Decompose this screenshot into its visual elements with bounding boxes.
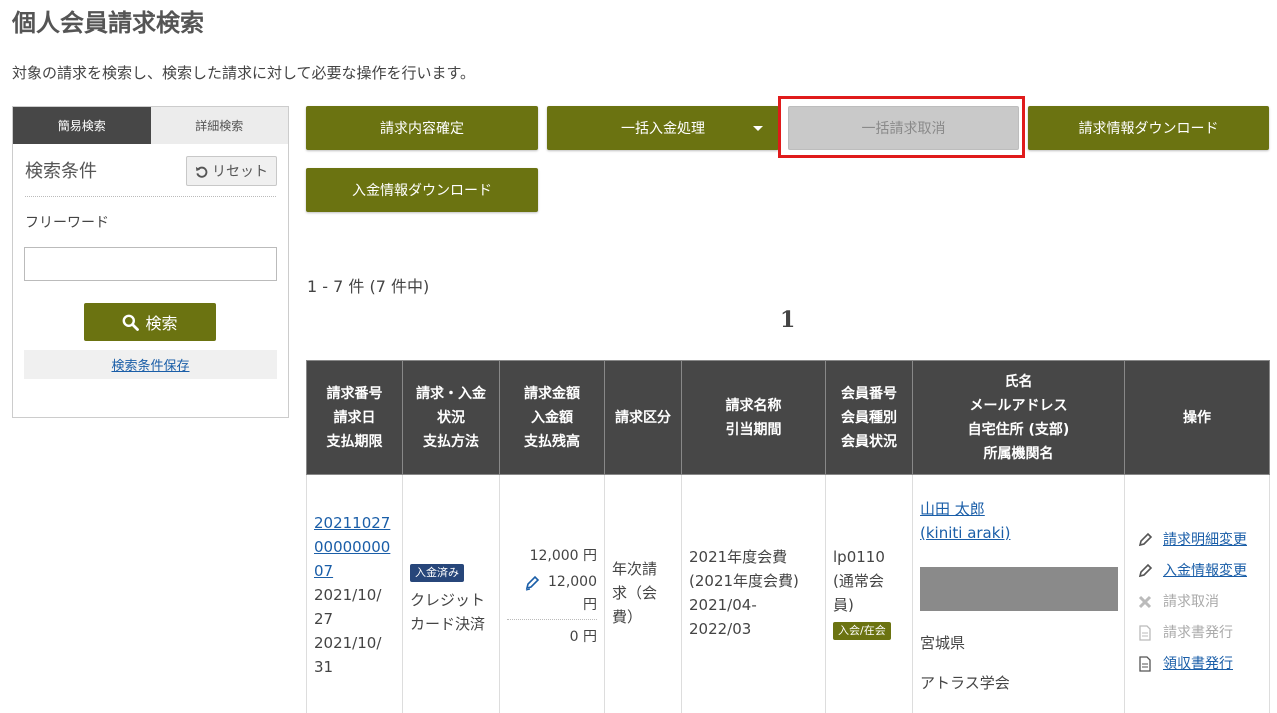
cell-amount: 12,000 円 12,000 円 0 円 xyxy=(499,474,605,713)
document-icon xyxy=(1139,655,1151,672)
search-panel: 簡易検索 詳細検索 検索条件 リセット フリーワード 検索 検索条件保存 xyxy=(12,106,289,418)
due-date: 2021/10/31 xyxy=(314,634,382,676)
balance-amount: 0 円 xyxy=(569,629,597,645)
cross-icon xyxy=(1138,595,1152,608)
reset-label: リセット xyxy=(212,164,268,180)
bulk-payment-button[interactable]: 一括入金処理 xyxy=(547,106,779,150)
freeword-label: フリーワード xyxy=(25,215,109,231)
document-icon xyxy=(1139,624,1151,641)
tab-detailed-search[interactable]: 詳細検索 xyxy=(150,107,288,144)
header-member: 会員番号 会員種別 会員状況 xyxy=(825,360,913,475)
payment-download-button[interactable]: 入金情報ダウンロード xyxy=(306,168,538,212)
cell-category: 年次請 求（会 費） xyxy=(604,474,682,713)
freeword-input[interactable] xyxy=(24,247,277,281)
paid-amount: 12,000 円 xyxy=(507,571,597,617)
divider xyxy=(25,196,276,197)
results-table: 請求番号 請求日 支払期限 請求・入金 状況 支払方法 請求金額 入金額 支払残高 請求区分… xyxy=(306,360,1270,713)
header-person: 氏名 メールアドレス 自宅住所 (支部) 所属機関名 xyxy=(912,360,1125,475)
cell-invoice-no: 20211027 00000000 07 2021/10/27 2021/10/31 xyxy=(306,474,403,713)
member-name-link[interactable]: 山田 太郎 (kiniti araki) xyxy=(920,497,1117,545)
search-condition-title: 検索条件 xyxy=(25,161,97,182)
payment-method: クレジット カード決済 xyxy=(410,591,486,633)
highlight-box xyxy=(778,96,1025,158)
bulk-payment-label: 一括入金処理 xyxy=(621,121,705,137)
search-button-label: 検索 xyxy=(145,314,178,333)
cell-operations: 請求明細変更 入金情報変更 請求取消 請求書発行 領収書発行 xyxy=(1124,474,1270,713)
chevron-down-icon[interactable] xyxy=(753,126,763,131)
invoice-number-link[interactable]: 20211027 00000000 07 xyxy=(314,511,395,583)
table-row: 20211027 00000000 07 2021/10/27 2021/10/31… xyxy=(306,474,1270,713)
pagination-current-page[interactable]: 1 xyxy=(780,307,795,333)
billed-amount: 12,000 円 xyxy=(529,548,597,564)
search-icon xyxy=(123,314,140,331)
header-invoice-name: 請求名称 引当期間 xyxy=(681,360,826,475)
edit-payment-info-link[interactable]: 入金情報変更 xyxy=(1137,560,1262,581)
header-category: 請求区分 xyxy=(604,360,682,475)
header-status: 請求・入金 状況 支払方法 xyxy=(402,360,500,475)
cell-invoice-name: 2021年度会費 (2021年度会費) 2021/04- 2022/03 xyxy=(681,474,826,713)
divider xyxy=(507,619,597,620)
cell-person: 山田 太郎 (kiniti araki) 宮城県 アトラス学会 xyxy=(912,474,1125,713)
status-badge: 入金済み xyxy=(410,564,464,582)
prefecture: 宮城県 xyxy=(920,634,966,652)
header-amount: 請求金額 入金額 支払残高 xyxy=(499,360,605,475)
cell-status: 入金済み クレジット カード決済 xyxy=(402,474,500,713)
affiliation: アトラス学会 xyxy=(920,674,1010,692)
operations-list: 請求明細変更 入金情報変更 請求取消 請求書発行 領収書発行 xyxy=(1137,521,1262,674)
search-tabs: 簡易検索 詳細検索 xyxy=(13,107,288,144)
pencil-icon[interactable] xyxy=(524,575,540,591)
issue-receipt-link[interactable]: 領収書発行 xyxy=(1137,653,1262,674)
search-button[interactable]: 検索 xyxy=(84,303,216,341)
header-operations: 操作 xyxy=(1124,360,1270,475)
redacted-block xyxy=(920,567,1118,611)
table-header-row: 請求番号 請求日 支払期限 請求・入金 状況 支払方法 請求金額 入金額 支払残高 請求区分… xyxy=(306,360,1270,475)
edit-invoice-detail-link[interactable]: 請求明細変更 xyxy=(1137,529,1262,550)
cancel-invoice-link: 請求取消 xyxy=(1137,591,1262,612)
save-condition-link[interactable]: 検索条件保存 xyxy=(24,350,277,379)
confirm-invoice-button[interactable]: 請求内容確定 xyxy=(306,106,538,150)
undo-icon xyxy=(195,166,208,178)
page-title: 個人会員請求検索 xyxy=(12,9,204,37)
invoice-date: 2021/10/27 xyxy=(314,586,382,628)
member-status-badge: 入会/在会 xyxy=(833,622,891,640)
invoice-download-button[interactable]: 請求情報ダウンロード xyxy=(1028,106,1269,150)
reset-button[interactable]: リセット xyxy=(186,156,277,186)
page-description: 対象の請求を検索し、検索した請求に対して必要な操作を行います。 xyxy=(12,64,476,82)
pencil-icon xyxy=(1138,532,1153,546)
result-count: 1 - 7 件 (7 件中) xyxy=(307,277,430,296)
pencil-icon xyxy=(1138,563,1153,577)
cell-member: lp0110 (通常会 員) 入会/在会 xyxy=(825,474,913,713)
header-invoice-no: 請求番号 請求日 支払期限 xyxy=(306,360,403,475)
issue-invoice-link: 請求書発行 xyxy=(1137,622,1262,643)
tab-simple-search[interactable]: 簡易検索 xyxy=(13,107,151,144)
